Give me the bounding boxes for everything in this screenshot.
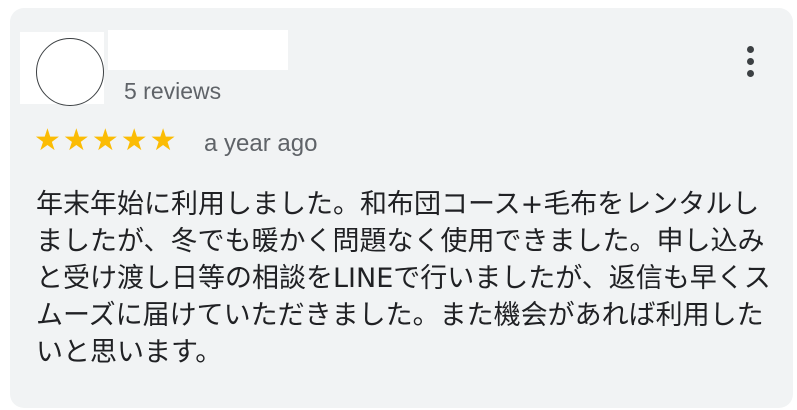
author-review-count: 5 reviews [124, 78, 222, 104]
review-text: 年末年始に利用しました。和布団コース+毛布をレンタルしましたが、冬でも暖かく問題… [36, 189, 771, 368]
review-date: a year ago [204, 130, 318, 157]
more-options-icon[interactable] [740, 46, 760, 86]
star-icon: ★ [91, 123, 119, 158]
rating-stars: ★ ★ ★ ★ ★ [34, 126, 177, 156]
star-icon: ★ [34, 123, 61, 158]
star-icon: ★ [149, 123, 177, 158]
avatar[interactable] [36, 38, 104, 106]
author-name-redacted[interactable] [108, 30, 288, 70]
star-icon: ★ [120, 123, 148, 158]
star-icon: ★ [62, 123, 90, 158]
review-card: 5 reviews ★ ★ ★ ★ ★ a year ago 年末年始に利用しま… [10, 8, 793, 408]
